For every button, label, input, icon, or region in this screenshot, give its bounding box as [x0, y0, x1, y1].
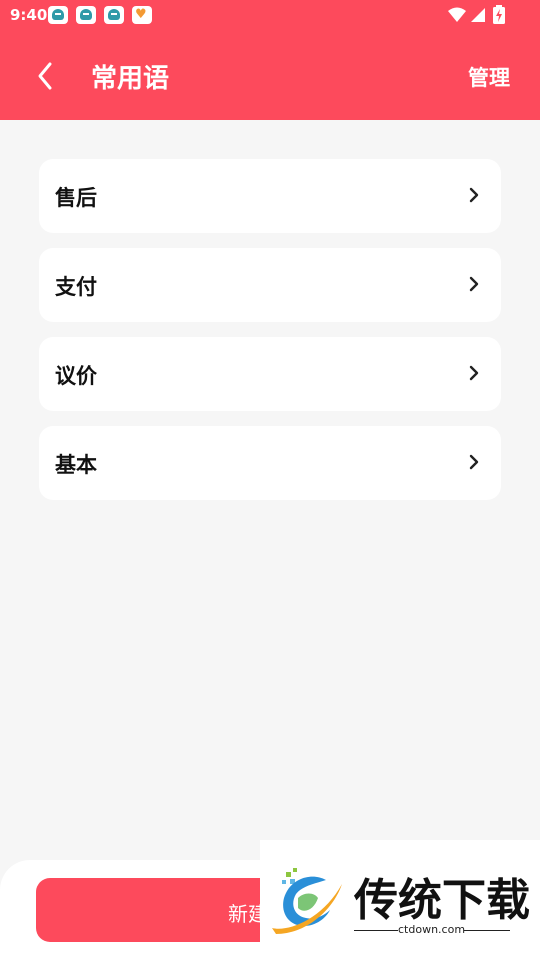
chevron-right-icon — [469, 365, 479, 381]
chevron-right-icon — [469, 454, 479, 470]
category-label: 基本 — [55, 453, 97, 477]
category-item-bargain[interactable]: 议价 — [39, 337, 501, 411]
category-item-payment[interactable]: 支付 — [39, 248, 501, 322]
category-label: 议价 — [55, 364, 97, 388]
status-bar: 9:40 ♥ — [0, 0, 540, 32]
page-title: 常用语 — [91, 64, 170, 94]
chevron-right-icon — [469, 187, 479, 203]
category-item-after-sales[interactable]: 售后 — [39, 159, 501, 233]
watermark-divider — [464, 930, 510, 931]
battery-charging-icon — [493, 5, 505, 24]
watermark-logo-icon — [272, 868, 342, 934]
status-time: 9:40 — [10, 6, 48, 24]
app-notification-icon — [76, 6, 96, 24]
category-item-basic[interactable]: 基本 — [39, 426, 501, 500]
heart-app-icon: ♥ — [132, 6, 152, 24]
app-notification-icon — [104, 6, 124, 24]
app-header: 9:40 ♥ 常用语 管理 — [0, 0, 540, 120]
category-label: 售后 — [55, 186, 97, 210]
watermark-overlay: 传统下载 ctdown.com — [260, 840, 540, 960]
manage-button[interactable]: 管理 — [468, 62, 510, 92]
watermark-url: ctdown.com — [398, 923, 466, 936]
app-notification-icon — [48, 6, 68, 24]
wifi-icon — [448, 7, 466, 22]
cellular-signal-icon — [471, 8, 485, 22]
back-button[interactable] — [26, 56, 66, 96]
chevron-right-icon — [469, 276, 479, 292]
watermark-title: 传统下载 — [354, 875, 530, 926]
watermark-divider — [354, 930, 398, 931]
category-list: 售后 支付 议价 基本 — [39, 159, 501, 515]
category-label: 支付 — [55, 275, 97, 299]
